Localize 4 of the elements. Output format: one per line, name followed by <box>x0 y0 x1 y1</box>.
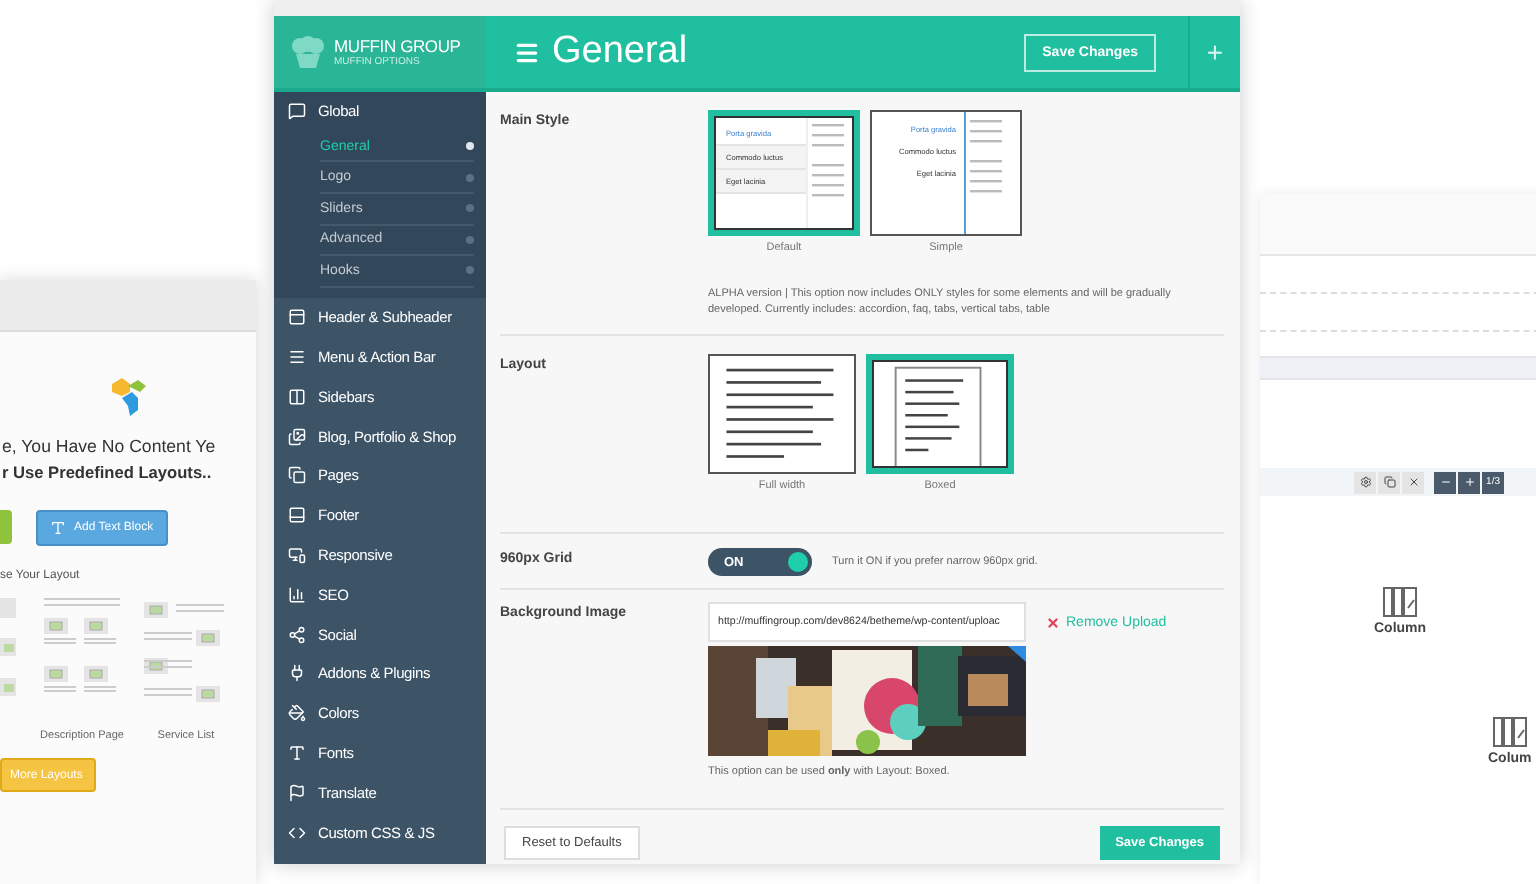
page-title: General <box>552 30 690 74</box>
brand-name: MUFFIN GROUP <box>334 37 461 55</box>
empty-state-heading: r Use Predefined Layouts.. <box>2 460 212 486</box>
empty-state-heading: e, You Have No Content Ye <box>2 434 216 460</box>
